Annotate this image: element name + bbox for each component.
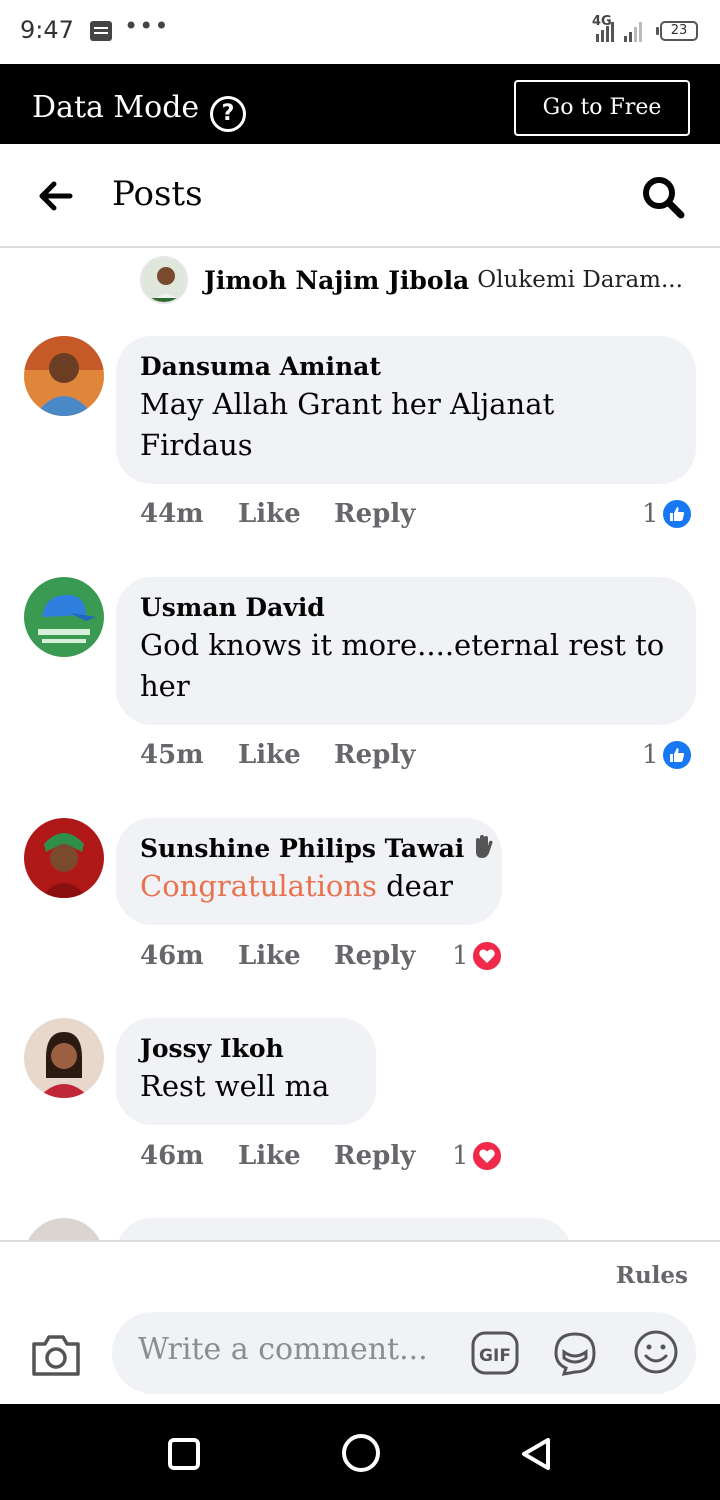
home-icon[interactable] [342, 1434, 380, 1472]
reply-button[interactable]: Reply [334, 1141, 454, 1171]
more-notifications-icon: ••• [124, 12, 170, 40]
avatar[interactable] [24, 577, 104, 657]
avatar[interactable] [24, 818, 104, 898]
search-icon[interactable] [640, 174, 686, 220]
like-button[interactable]: Like [238, 1141, 334, 1171]
comment-text: Congratulations dear [140, 866, 478, 907]
like-button[interactable]: Like [238, 499, 334, 529]
thumbs-up-icon [660, 498, 693, 530]
reaction-summary[interactable]: 1 [642, 735, 693, 775]
status-time: 9:47 [20, 16, 74, 44]
camera-icon[interactable] [30, 1332, 82, 1378]
comment-text: May Allah Grant her Aljanat Firdaus [140, 387, 555, 462]
reaction-count: 1 [452, 1141, 469, 1171]
thumbs-up-icon [660, 739, 693, 771]
like-button[interactable]: Like [238, 941, 334, 971]
rules-link[interactable]: Rules [616, 1262, 688, 1289]
go-to-free-button[interactable]: Go to Free [514, 80, 690, 136]
comment-bubble[interactable] [116, 1218, 572, 1240]
sticker-icon[interactable] [550, 1328, 600, 1378]
comment-text: Rest well ma [140, 1069, 330, 1103]
comment-time[interactable]: 45m [140, 740, 238, 770]
comment-item-partial[interactable] [0, 1216, 720, 1240]
comment-author-name[interactable]: Sunshine Philips Tawai [140, 834, 464, 863]
comment-time[interactable]: 46m [140, 941, 238, 971]
arrow-left-icon[interactable] [36, 176, 76, 216]
back-triangle-icon[interactable] [518, 1436, 554, 1472]
signal-icon [596, 20, 614, 42]
comment-bubble[interactable]: Dansuma Aminat May Allah Grant her Aljan… [116, 336, 696, 484]
waving-hand-icon [476, 835, 493, 858]
avatar[interactable] [24, 1018, 104, 1098]
reply-button[interactable]: Reply [334, 740, 454, 770]
battery-icon: 23 [656, 21, 698, 41]
heart-icon [470, 940, 503, 972]
data-mode-title: Data Mode [32, 90, 200, 125]
page-title: Posts [112, 174, 203, 214]
comments-feed[interactable]: Jimoh Najim Jibola Olukemi Daram... Dans… [0, 248, 720, 1240]
reaction-count: 1 [642, 740, 659, 770]
comment-bubble[interactable]: Jossy Ikoh Rest well ma [116, 1018, 376, 1125]
comment-author[interactable]: Sunshine Philips Tawai [140, 832, 493, 866]
comment-author[interactable]: Jossy Ikoh [140, 1032, 352, 1066]
avatar[interactable] [24, 336, 104, 416]
reaction-count: 1 [452, 941, 469, 971]
reply-preview[interactable]: Jimoh Najim Jibola Olukemi Daram... [140, 256, 683, 304]
avatar[interactable] [24, 1218, 104, 1240]
help-icon[interactable]: ? [210, 96, 246, 132]
page-header: Posts [0, 144, 720, 248]
comment-bubble[interactable]: Usman David God knows it more....eternal… [116, 577, 696, 725]
system-nav-bar [0, 1404, 720, 1500]
reply-button[interactable]: Reply [334, 499, 454, 529]
comment-placeholder[interactable]: Write a comment... [138, 1332, 428, 1367]
comment-time[interactable]: 44m [140, 499, 238, 529]
reaction-summary[interactable]: 1 [452, 1136, 503, 1176]
recent-apps-icon[interactable] [168, 1438, 200, 1470]
status-bar: 9:47 ••• 4G 23 [0, 0, 720, 64]
heart-icon [470, 1140, 503, 1172]
comment-actions: 46m Like Reply [140, 936, 454, 976]
data-mode-bar: Data Mode ? Go to Free [0, 64, 720, 144]
reaction-count: 1 [642, 499, 659, 529]
reply-author[interactable]: Jimoh Najim Jibola [204, 266, 469, 295]
gif-label: GIF [479, 1346, 511, 1366]
comment-actions: 44m Like Reply [140, 494, 454, 534]
reply-text: Olukemi Daram... [477, 267, 683, 293]
reaction-summary[interactable]: 1 [452, 936, 503, 976]
avatar[interactable] [140, 256, 188, 304]
comment-bubble[interactable]: Sunshine Philips Tawai Congratulations d… [116, 818, 502, 925]
comment-input[interactable]: Write a comment... GIF [112, 1312, 696, 1394]
comment-composer: Rules Write a comment... GIF [0, 1240, 720, 1404]
comment-actions: 45m Like Reply [140, 735, 454, 775]
comment-author[interactable]: Dansuma Aminat [140, 350, 672, 384]
reaction-summary[interactable]: 1 [642, 494, 693, 534]
emoji-icon[interactable] [632, 1328, 680, 1376]
highlighted-word[interactable]: Congratulations [140, 869, 377, 903]
signal-secondary-icon [624, 20, 642, 42]
comment-text: God knows it more....eternal rest to her [140, 628, 665, 703]
comment-actions: 46m Like Reply [140, 1136, 454, 1176]
notification-icon [90, 21, 112, 41]
comment-author[interactable]: Usman David [140, 591, 672, 625]
gif-icon[interactable]: GIF [470, 1330, 520, 1376]
comment-time[interactable]: 46m [140, 1141, 238, 1171]
comment-text-rest: dear [376, 869, 453, 903]
like-button[interactable]: Like [238, 740, 334, 770]
reply-button[interactable]: Reply [334, 941, 454, 971]
